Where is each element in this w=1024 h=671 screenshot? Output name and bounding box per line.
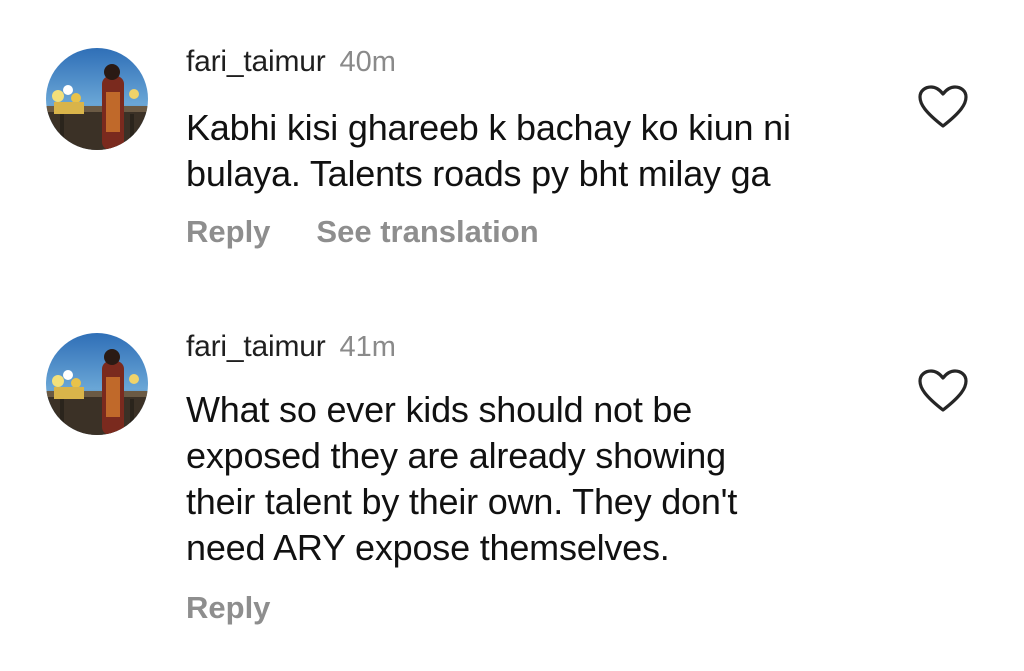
reply-button[interactable]: Reply [186,214,270,249]
comment-header: fari_taimur 41m [186,332,396,362]
timestamp: 41m [339,331,396,363]
comment-text: Kabhi kisi ghareeb k bachay ko kiun ni b… [186,105,791,197]
heart-outline-icon[interactable] [917,84,969,130]
heart-outline-icon[interactable] [917,368,969,414]
avatar[interactable] [46,48,148,150]
avatar[interactable] [46,333,148,435]
comment-header: fari_taimur 40m [186,47,396,77]
comment-text-line: need ARY expose themselves. [186,527,670,568]
comment-text-line: bulaya. Talents roads py bht milay ga [186,153,771,194]
comment-text-line: exposed they are already showing [186,435,726,476]
comment-item: fari_taimur 41m What so ever kids should … [0,290,1024,671]
username[interactable]: fari_taimur [186,45,326,78]
comment-actions: Reply [186,592,270,623]
username[interactable]: fari_taimur [186,330,326,363]
timestamp: 40m [339,46,396,78]
comment-item: fari_taimur 40m Kabhi kisi ghareeb k bach… [0,0,1024,290]
see-translation-button[interactable]: See translation [316,214,538,249]
comment-text-line: their talent by their own. They don't [186,481,738,522]
comment-text-line: Kabhi kisi ghareeb k bachay ko kiun ni [186,107,791,148]
comment-actions: Reply See translation [186,216,539,247]
reply-button[interactable]: Reply [186,590,270,625]
comment-text: What so ever kids should not be exposed … [186,387,737,571]
comment-text-line: What so ever kids should not be [186,389,693,430]
